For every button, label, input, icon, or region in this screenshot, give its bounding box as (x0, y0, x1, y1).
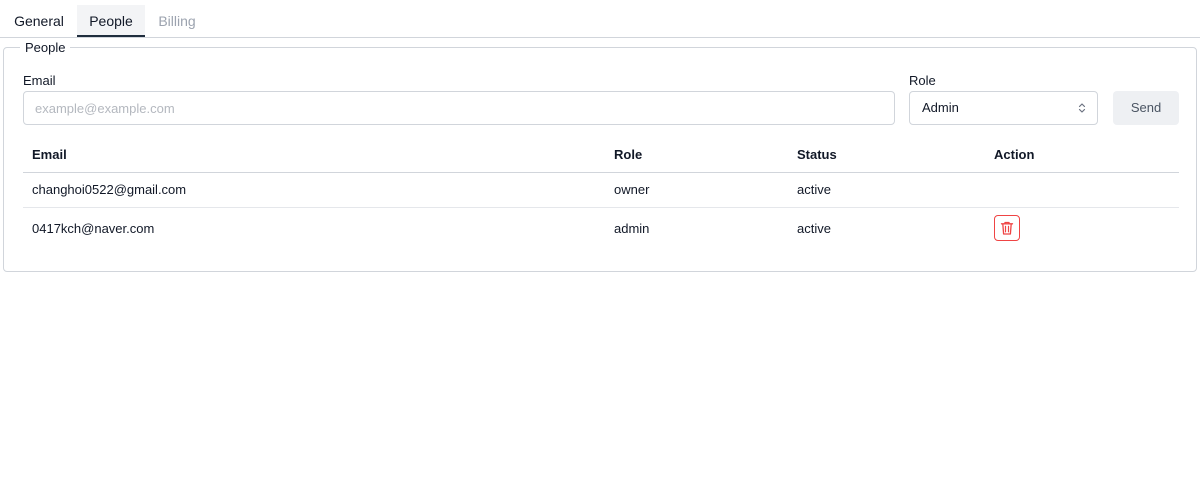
people-table: Email Role Status Action changhoi0522@gm… (23, 138, 1179, 249)
tab-general[interactable]: General (4, 5, 74, 37)
trash-icon (1000, 221, 1014, 235)
table-row: changhoi0522@gmail.com owner active (23, 173, 1179, 208)
column-header-email: Email (32, 147, 67, 162)
member-email: 0417kch@naver.com (32, 221, 155, 236)
table-row: 0417kch@naver.com admin active (23, 208, 1179, 249)
delete-member-button[interactable] (994, 215, 1020, 241)
people-section: People Email Role Admin Send Email Role … (3, 39, 1197, 272)
member-email: changhoi0522@gmail.com (32, 182, 187, 197)
send-button[interactable]: Send (1113, 91, 1179, 125)
member-status: active (797, 182, 831, 197)
member-status: active (797, 221, 831, 236)
role-select-value: Admin (922, 100, 959, 115)
tab-bar: General People Billing (0, 0, 1200, 38)
role-label: Role (909, 73, 936, 88)
column-header-status: Status (797, 147, 837, 162)
tab-people[interactable]: People (77, 5, 145, 37)
email-label: Email (23, 73, 56, 88)
email-field[interactable] (23, 91, 895, 125)
section-legend: People (20, 39, 71, 57)
column-header-action: Action (994, 147, 1035, 162)
tab-billing[interactable]: Billing (145, 5, 209, 37)
column-header-role: Role (614, 147, 643, 162)
member-role: admin (614, 221, 650, 236)
member-role: owner (614, 182, 650, 197)
role-select[interactable]: Admin (909, 91, 1098, 125)
table-header: Email Role Status Action (23, 138, 1179, 173)
chevron-up-down-icon (1078, 103, 1086, 113)
